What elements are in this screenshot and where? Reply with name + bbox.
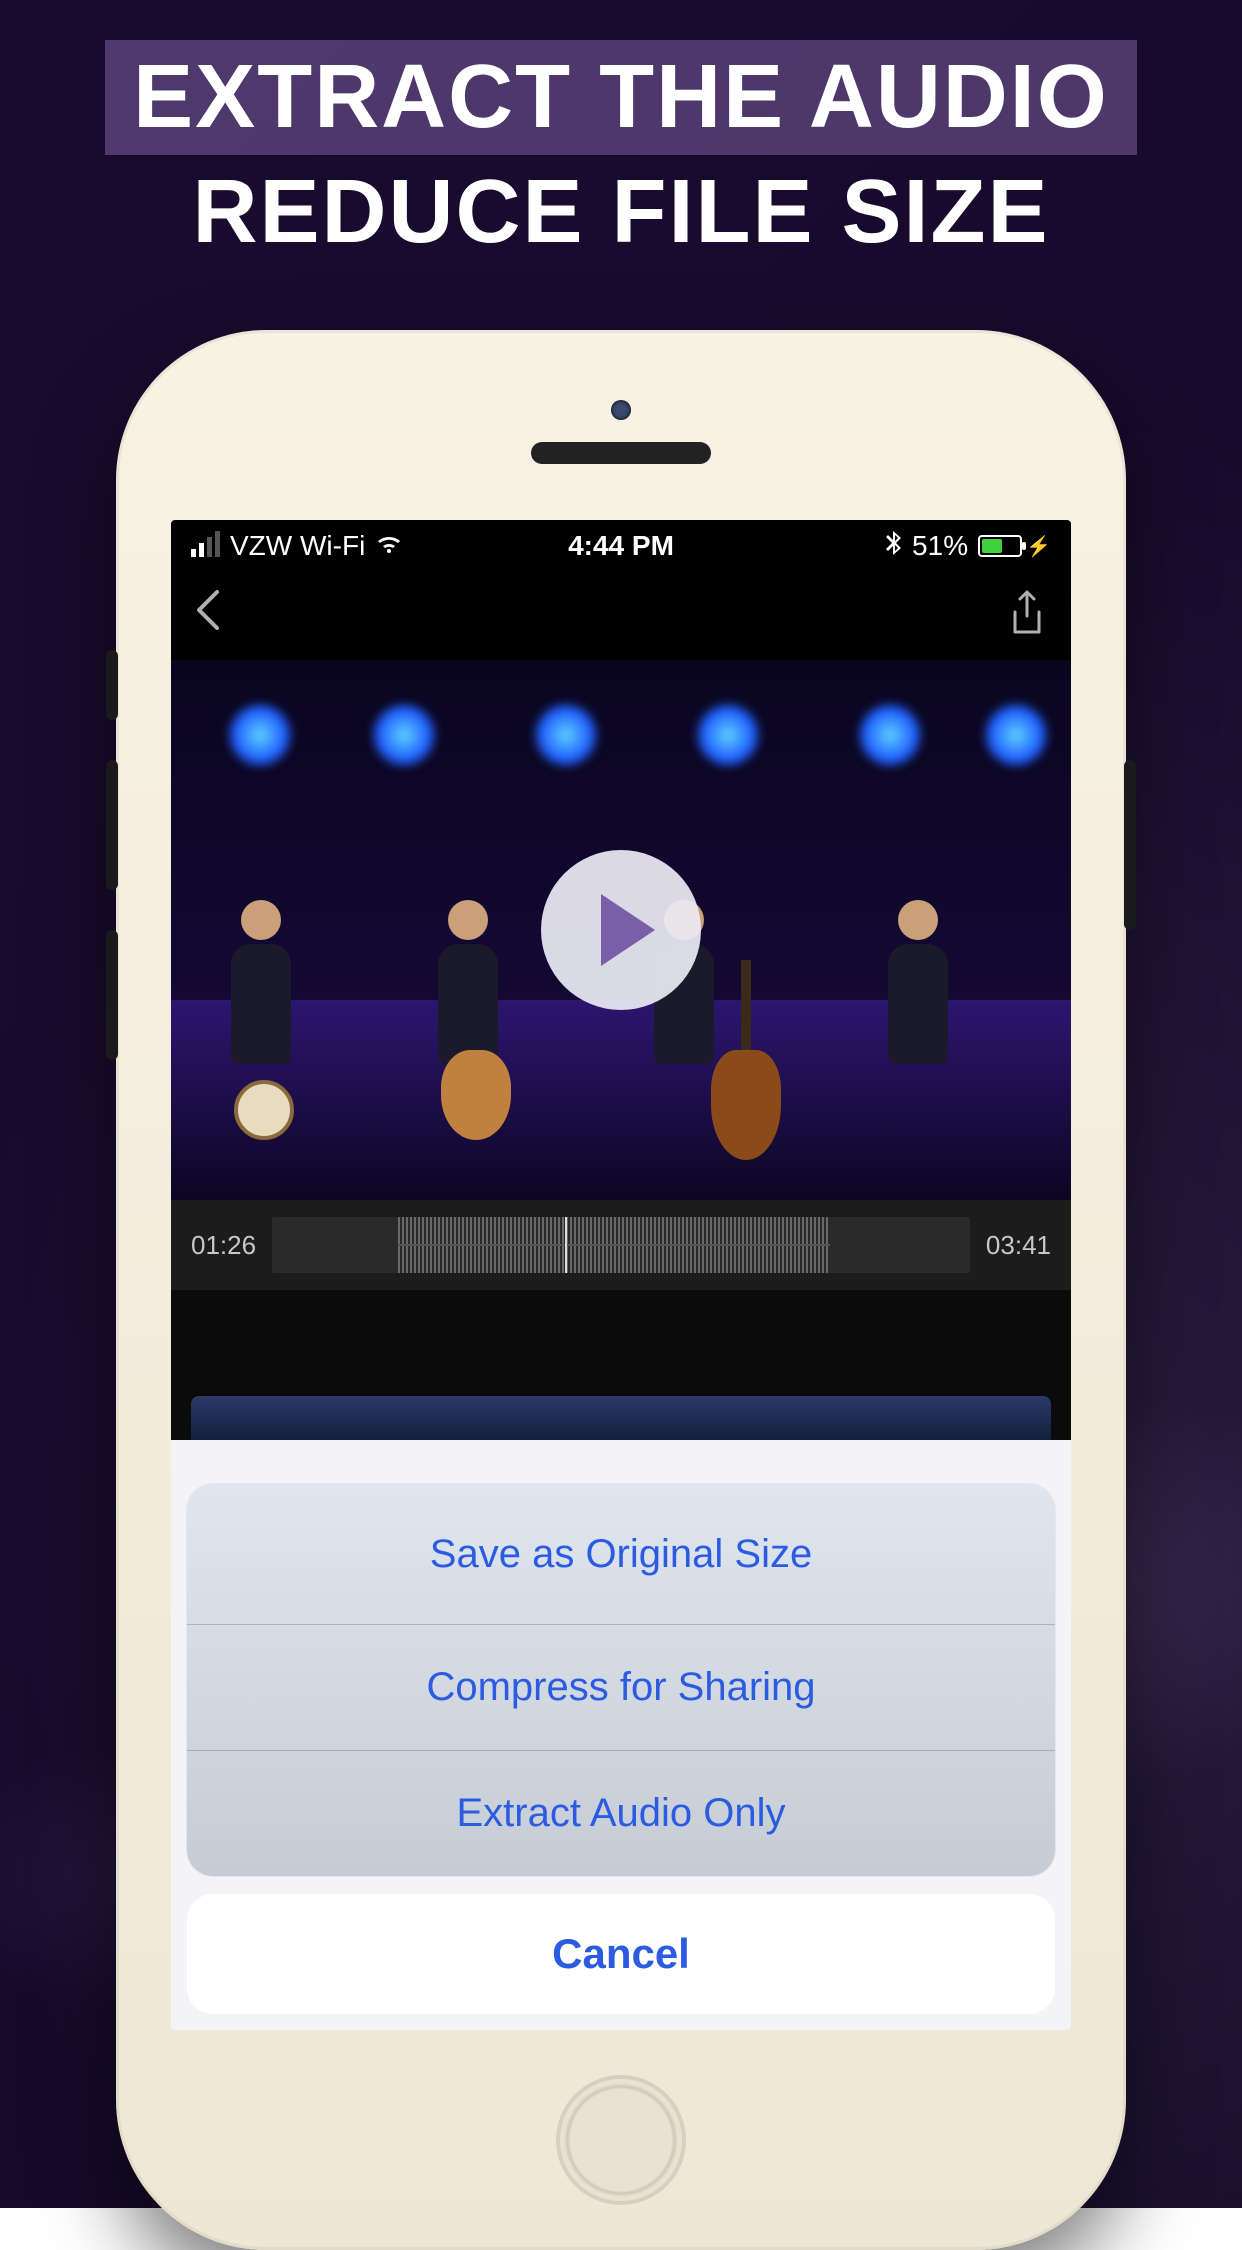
option-compress-sharing[interactable]: Compress for Sharing <box>187 1624 1055 1750</box>
phone-mute-switch <box>106 650 118 720</box>
time-total: 03:41 <box>986 1230 1051 1261</box>
promo-line-1: EXTRACT THE AUDIO <box>105 40 1137 155</box>
instrument-decor <box>234 1080 294 1140</box>
editor-panel-background <box>171 1290 1071 1440</box>
phone-speaker <box>531 442 711 464</box>
signal-icon <box>191 535 220 557</box>
carrier-label: VZW Wi-Fi <box>230 530 365 562</box>
option-save-original[interactable]: Save as Original Size <box>187 1484 1055 1624</box>
waveform[interactable] <box>272 1217 970 1273</box>
share-button[interactable] <box>1007 590 1047 643</box>
action-sheet-options: Save as Original Size Compress for Shari… <box>187 1484 1055 1876</box>
phone-camera <box>611 400 631 420</box>
option-extract-audio[interactable]: Extract Audio Only <box>187 1750 1055 1876</box>
phone-mockup: VZW Wi-Fi 4:44 PM 51% ⚡ <box>116 330 1126 2250</box>
instrument-decor <box>441 1050 511 1140</box>
phone-volume-down <box>106 930 118 1060</box>
promo-line-2: REDUCE FILE SIZE <box>0 161 1242 264</box>
video-preview[interactable] <box>171 660 1071 1200</box>
play-icon[interactable] <box>541 850 701 1010</box>
phone-home-button <box>556 2075 686 2205</box>
phone-volume-up <box>106 760 118 890</box>
phone-screen: VZW Wi-Fi 4:44 PM 51% ⚡ <box>171 520 1071 2030</box>
playhead[interactable] <box>565 1217 567 1273</box>
instrument-decor <box>711 960 781 1160</box>
wifi-icon <box>375 531 403 562</box>
battery-icon: ⚡ <box>978 534 1051 559</box>
bluetooth-icon <box>886 531 902 562</box>
phone-power-button <box>1124 760 1136 930</box>
back-button[interactable] <box>195 588 223 644</box>
time-current: 01:26 <box>191 1230 256 1261</box>
musician-decor <box>873 900 963 1120</box>
nav-bar <box>171 572 1071 660</box>
battery-percent: 51% <box>912 530 968 562</box>
audio-timeline[interactable]: 01:26 03:41 <box>171 1200 1071 1290</box>
status-bar: VZW Wi-Fi 4:44 PM 51% ⚡ <box>171 520 1071 572</box>
cancel-button[interactable]: Cancel <box>187 1894 1055 2014</box>
promo-heading: EXTRACT THE AUDIO REDUCE FILE SIZE <box>0 40 1242 264</box>
action-sheet: Save as Original Size Compress for Shari… <box>187 1484 1055 2014</box>
